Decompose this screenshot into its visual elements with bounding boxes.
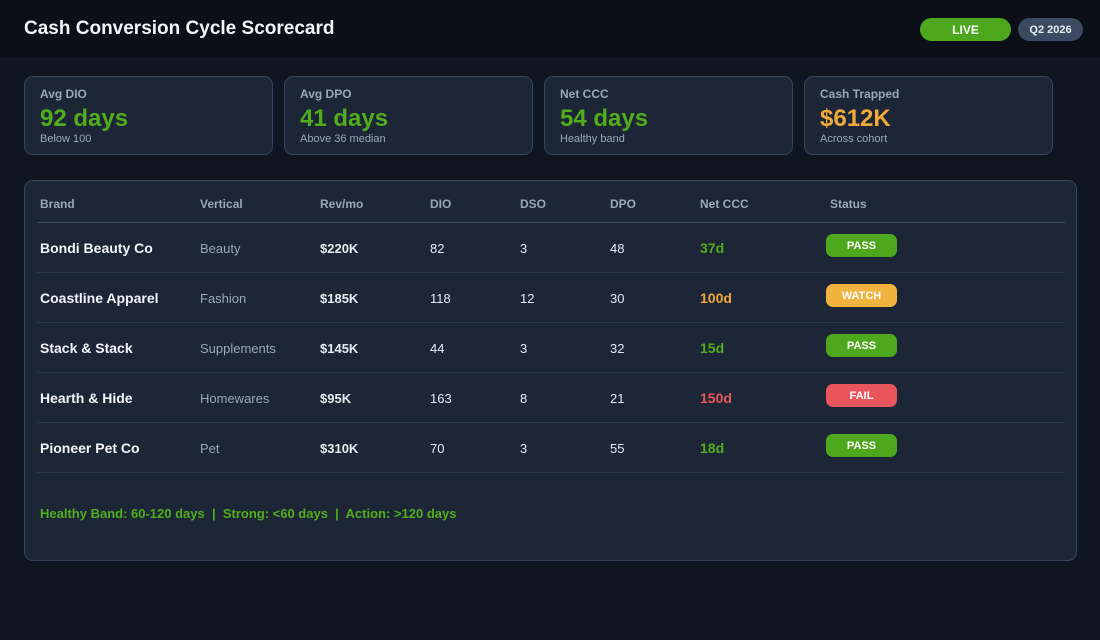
vertical-cell: Pet — [200, 440, 220, 456]
table-row[interactable]: Bondi Beauty Co Beauty $220K 82 3 48 37d PASS — [37, 223, 1065, 273]
table-row[interactable]: Coastline Apparel Fashion $185K 118 12 30 100d… — [37, 273, 1065, 323]
dpo-cell: 32 — [610, 340, 625, 356]
net-ccc-cell: 37d — [700, 240, 725, 256]
revenue-cell: $145K — [320, 340, 359, 356]
dpo-cell: 55 — [610, 440, 625, 456]
top-bar: Cash Conversion Cycle Scorecard LIVE Q2 … — [0, 0, 1100, 57]
kpi-label: Avg DPO — [300, 87, 352, 101]
kpi-subtext: Across cohort — [820, 133, 888, 145]
net-ccc-cell: 18d — [700, 440, 725, 456]
vertical-cell: Supplements — [200, 340, 276, 356]
brand-name: Stack & Stack — [40, 340, 133, 356]
column-header-vertical[interactable]: Vertical — [200, 197, 243, 211]
net-ccc-cell: 15d — [700, 340, 725, 356]
column-header-dio[interactable]: DIO — [430, 197, 451, 211]
dio-cell: 44 — [430, 340, 445, 356]
kpi-card-net-ccc: Net CCC 54 days Healthy band — [544, 76, 793, 155]
revenue-cell: $310K — [320, 440, 359, 456]
column-header-dso[interactable]: DSO — [520, 197, 546, 211]
kpi-label: Net CCC — [560, 87, 609, 101]
column-header-dpo[interactable]: DPO — [610, 197, 636, 211]
scorecard-table-panel: Brand Vertical Rev/mo DIO DSO DPO Net CC… — [24, 180, 1077, 561]
kpi-subtext: Below 100 — [40, 133, 92, 145]
kpi-card-avg-dio: Avg DIO 92 days Below 100 — [24, 76, 273, 155]
dso-cell: 3 — [520, 440, 528, 456]
brand-name: Coastline Apparel — [40, 290, 159, 306]
live-status-badge: LIVE — [920, 18, 1011, 41]
column-header-brand[interactable]: Brand — [40, 197, 75, 211]
status-badge: WATCH — [826, 284, 897, 307]
kpi-subtext: Above 36 median — [300, 133, 386, 145]
dso-cell: 3 — [520, 240, 528, 256]
revenue-cell: $185K — [320, 290, 359, 306]
vertical-cell: Fashion — [200, 290, 247, 306]
kpi-value: 92 days — [40, 105, 129, 132]
brand-name: Hearth & Hide — [40, 390, 133, 406]
table-row[interactable]: Pioneer Pet Co Pet $310K 70 3 55 18d PASS — [37, 423, 1065, 473]
dio-cell: 163 — [430, 390, 452, 406]
table-row[interactable]: Hearth & Hide Homewares $95K 163 8 21 150d FAIL — [37, 373, 1065, 423]
kpi-value: 41 days — [300, 105, 389, 132]
status-badge: PASS — [826, 234, 897, 257]
dso-cell: 12 — [520, 290, 535, 306]
kpi-card-cash-trapped: Cash Trapped $612K Across cohort — [804, 76, 1053, 155]
dpo-cell: 48 — [610, 240, 625, 256]
column-header-rev[interactable]: Rev/mo — [320, 197, 363, 211]
dso-cell: 8 — [520, 390, 528, 406]
period-badge[interactable]: Q2 2026 — [1018, 18, 1083, 41]
kpi-value: $612K — [820, 105, 891, 132]
kpi-value: 54 days — [560, 105, 649, 132]
column-header-net-ccc[interactable]: Net CCC — [700, 197, 749, 211]
dpo-cell: 21 — [610, 390, 625, 406]
status-badge: PASS — [826, 434, 897, 457]
vertical-cell: Beauty — [200, 240, 241, 256]
kpi-label: Avg DIO — [40, 87, 87, 101]
dso-cell: 3 — [520, 340, 528, 356]
revenue-cell: $95K — [320, 390, 352, 406]
dpo-cell: 30 — [610, 290, 625, 306]
net-ccc-cell: 100d — [700, 290, 732, 306]
status-badge: FAIL — [826, 384, 897, 407]
dio-cell: 70 — [430, 440, 445, 456]
kpi-label: Cash Trapped — [820, 87, 900, 101]
dio-cell: 118 — [430, 290, 451, 306]
status-badge: PASS — [826, 334, 897, 357]
kpi-card-avg-dpo: Avg DPO 41 days Above 36 median — [284, 76, 533, 155]
vertical-cell: Homewares — [200, 390, 270, 406]
net-ccc-cell: 150d — [700, 390, 732, 406]
page-title: Cash Conversion Cycle Scorecard — [24, 18, 335, 39]
kpi-subtext: Healthy band — [560, 133, 625, 145]
table-row[interactable]: Stack & Stack Supplements $145K 44 3 32 15d PAS… — [37, 323, 1065, 373]
brand-name: Pioneer Pet Co — [40, 440, 140, 456]
revenue-cell: $220K — [320, 240, 359, 256]
brand-name: Bondi Beauty Co — [40, 240, 153, 256]
column-header-status[interactable]: Status — [830, 197, 867, 211]
band-legend-note: Healthy Band: 60-120 days | Strong: <60 … — [40, 506, 457, 521]
dio-cell: 82 — [430, 240, 445, 256]
